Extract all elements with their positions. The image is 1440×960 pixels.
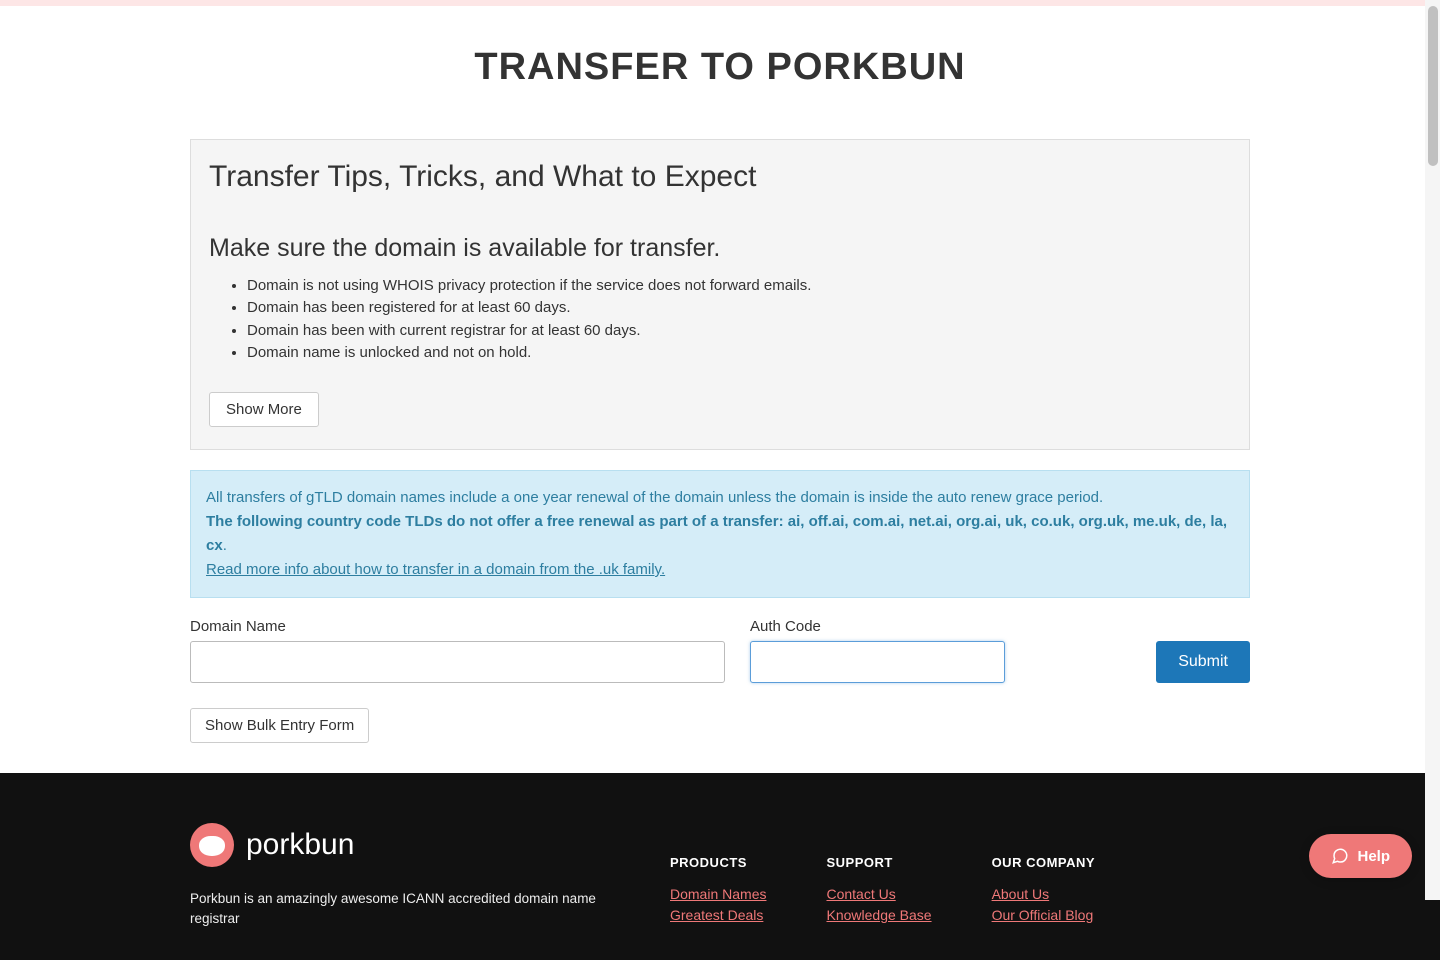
uk-transfer-info-link[interactable]: Read more info about how to transfer in … bbox=[206, 561, 665, 578]
tips-list: Domain is not using WHOIS privacy protec… bbox=[247, 275, 1231, 364]
domain-name-label: Domain Name bbox=[190, 618, 725, 635]
footer-col-support: SUPPORT Contact Us Knowledge Base bbox=[826, 855, 931, 930]
footer-heading-products: PRODUCTS bbox=[670, 855, 766, 870]
list-item: Domain has been registered for at least … bbox=[247, 297, 1231, 319]
footer-link-contact-us[interactable]: Contact Us bbox=[826, 884, 931, 905]
scrollbar-track[interactable] bbox=[1425, 0, 1440, 900]
footer-columns: PRODUCTS Domain Names Greatest Deals SUP… bbox=[670, 823, 1250, 930]
footer-link-domain-names[interactable]: Domain Names bbox=[670, 884, 766, 905]
show-bulk-entry-button[interactable]: Show Bulk Entry Form bbox=[190, 708, 369, 743]
footer-description: Porkbun is an amazingly awesome ICANN ac… bbox=[190, 889, 630, 930]
help-widget-button[interactable]: Help bbox=[1309, 834, 1412, 878]
domain-name-input[interactable] bbox=[190, 641, 725, 683]
transfer-form-row: Domain Name Auth Code Submit bbox=[190, 618, 1250, 683]
footer-logo: porkbun bbox=[190, 823, 630, 867]
footer-heading-support: SUPPORT bbox=[826, 855, 931, 870]
list-item: Domain is not using WHOIS privacy protec… bbox=[247, 275, 1231, 297]
footer-link-greatest-deals[interactable]: Greatest Deals bbox=[670, 905, 766, 926]
auth-code-input[interactable] bbox=[750, 641, 1005, 683]
footer-heading-company: OUR COMPANY bbox=[992, 855, 1095, 870]
transfer-info-notice: All transfers of gTLD domain names inclu… bbox=[190, 470, 1250, 598]
domain-name-group: Domain Name bbox=[190, 618, 725, 683]
page-title: TRANSFER TO PORKBUN bbox=[190, 46, 1250, 89]
notice-text-line1: All transfers of gTLD domain names inclu… bbox=[206, 489, 1103, 506]
footer-col-products: PRODUCTS Domain Names Greatest Deals bbox=[670, 855, 766, 930]
list-item: Domain has been with current registrar f… bbox=[247, 320, 1231, 342]
notice-text-line2: The following country code TLDs do not o… bbox=[206, 513, 1227, 554]
tips-subheading: Make sure the domain is available for tr… bbox=[209, 234, 1231, 263]
submit-wrap: Submit bbox=[1030, 641, 1250, 683]
chat-icon bbox=[1331, 847, 1349, 865]
footer-link-knowledge-base[interactable]: Knowledge Base bbox=[826, 905, 931, 926]
auth-code-label: Auth Code bbox=[750, 618, 1005, 635]
auth-code-group: Auth Code bbox=[750, 618, 1005, 683]
tips-heading: Transfer Tips, Tricks, and What to Expec… bbox=[209, 160, 1231, 194]
footer-link-official-blog[interactable]: Our Official Blog bbox=[992, 905, 1095, 926]
scrollbar-thumb[interactable] bbox=[1428, 6, 1438, 166]
help-widget-label: Help bbox=[1357, 848, 1390, 865]
list-item: Domain name is unlocked and not on hold. bbox=[247, 342, 1231, 364]
porkbun-logo-icon bbox=[190, 823, 234, 867]
footer-brand-name: porkbun bbox=[246, 828, 354, 862]
notice-period: . bbox=[223, 537, 227, 554]
page-footer: porkbun Porkbun is an amazingly awesome … bbox=[0, 773, 1440, 960]
footer-brand-section: porkbun Porkbun is an amazingly awesome … bbox=[190, 823, 630, 930]
submit-button[interactable]: Submit bbox=[1156, 641, 1250, 683]
transfer-tips-panel: Transfer Tips, Tricks, and What to Expec… bbox=[190, 139, 1250, 450]
footer-col-company: OUR COMPANY About Us Our Official Blog bbox=[992, 855, 1095, 930]
footer-link-about-us[interactable]: About Us bbox=[992, 884, 1095, 905]
show-more-button[interactable]: Show More bbox=[209, 392, 319, 427]
top-banner-strip bbox=[0, 0, 1440, 6]
